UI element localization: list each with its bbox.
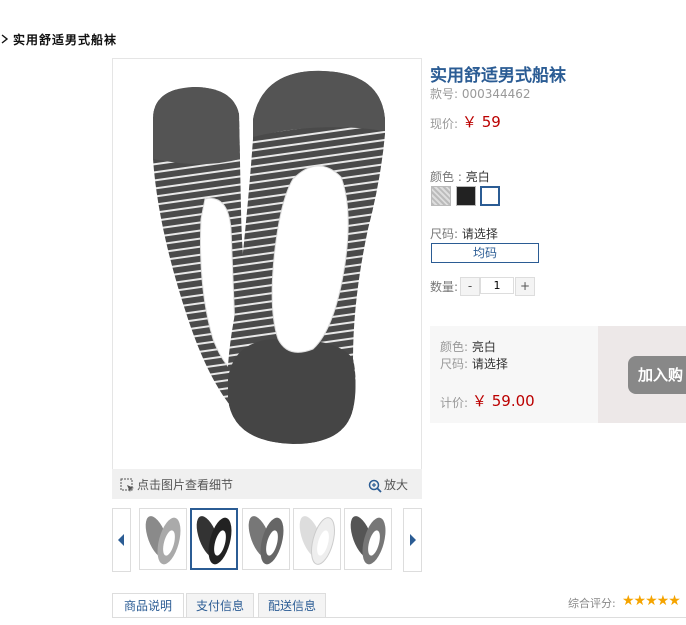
arrow-right-icon [410,534,416,546]
cart-area: 加入购 [598,326,686,423]
color-label: 颜色 : 亮白 [430,170,490,184]
image-toolbar: 点击图片查看细节 放大 [112,469,422,499]
cursor-select-icon [120,478,134,492]
quantity-decrement-button[interactable]: - [460,277,480,296]
thumbnail-3[interactable] [242,508,290,570]
tab-description[interactable]: 商品说明 [112,593,184,618]
quantity-increment-button[interactable]: + [515,277,535,296]
tab-delivery[interactable]: 配送信息 [258,593,326,618]
breadcrumb[interactable]: 实用舒适男式船袜 [13,31,117,48]
color-value: 亮白 [465,170,490,184]
order-summary: 颜色: 亮白 尺码: 请选择 计价: ￥ 59.00 [430,326,598,423]
product-title: 实用舒适男式船袜 [430,66,566,86]
zoom-in-icon [368,479,382,493]
color-swatch-black[interactable] [456,186,476,206]
color-swatch-white[interactable] [480,186,500,206]
add-to-cart-button[interactable]: 加入购 [628,356,686,394]
size-label: 尺码: 请选择 [430,227,498,241]
summary-color: 颜色: 亮白 [440,340,496,354]
summary-size: 尺码: 请选择 [440,357,508,371]
color-swatch-gray[interactable] [431,186,451,206]
product-main-image[interactable] [112,58,422,470]
chevron-right-icon [1,34,9,44]
socks-image [153,70,385,444]
thumbnail-image [145,516,181,565]
detail-hint-label: 点击图片查看细节 [137,478,234,492]
arrow-left-icon [118,534,124,546]
thumbnail-next-button[interactable] [403,508,422,572]
summary-total-label: 计价: [440,396,469,410]
zoom-label: 放大 [384,478,409,492]
price-label: 现价: [430,117,459,131]
rating-stars: ★★★★★ [622,593,681,609]
size-value: 请选择 [461,227,498,241]
size-option-onesize[interactable]: 均码 [431,243,539,263]
thumbnail-image [350,516,386,565]
tab-payment[interactable]: 支付信息 [186,593,254,618]
thumbnail-4[interactable] [293,508,341,570]
thumbnail-image [299,516,335,565]
thumbnail-1[interactable] [139,508,187,570]
detail-hint[interactable]: 点击图片查看细节 [120,476,233,493]
thumbnail-5[interactable] [344,508,392,570]
product-price: ￥ 59 [462,113,501,131]
thumbnail-image [196,516,232,565]
thumbnail-image [248,516,284,565]
summary-total: ￥ 59.00 [472,392,535,410]
thumbnail-prev-button[interactable] [112,508,131,572]
thumbnail-2[interactable] [190,508,238,570]
zoom-button[interactable]: 放大 [368,476,408,493]
quantity-input[interactable] [480,277,514,294]
quantity-label: 数量: [430,280,459,294]
tab-divider [112,617,686,618]
product-sku: 款号: 000344462 [430,87,531,101]
rating-label: 综合评分: [568,597,616,610]
